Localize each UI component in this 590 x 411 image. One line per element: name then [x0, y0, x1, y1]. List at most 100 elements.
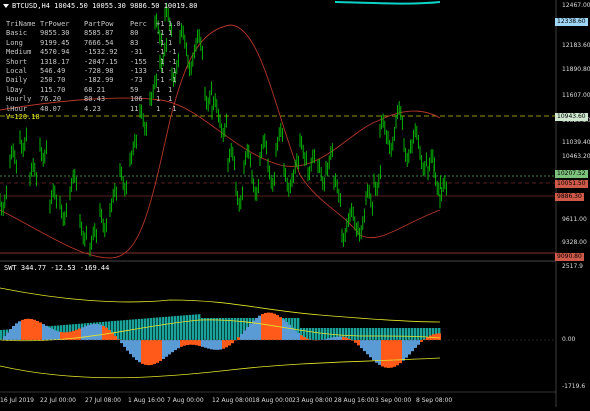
- hist-bar-signal: [270, 313, 273, 340]
- table-cell: -1: [156, 48, 168, 57]
- hist-bar-teal: [402, 328, 404, 340]
- time-axis-label: 3 Sep 00:00: [375, 397, 411, 404]
- hist-bar-signal: [285, 322, 288, 340]
- indicator-upper-yellow: [0, 288, 440, 322]
- hist-bar-signal: [264, 313, 267, 340]
- hist-bar-teal: [393, 328, 395, 340]
- hist-bar-signal: [21, 320, 24, 340]
- table-cell: 9855.30: [40, 29, 84, 38]
- hist-bar-teal: [363, 328, 365, 340]
- hist-bar-teal: [147, 318, 149, 340]
- hist-bar-teal: [0, 330, 2, 340]
- table-row: TriNameTrPowerPartPowPerc+11.0: [6, 20, 178, 29]
- table-cell: 546.49: [40, 67, 84, 76]
- table-cell: 1: [168, 39, 178, 48]
- hist-bar-teal: [177, 316, 179, 340]
- hist-bar-signal: [189, 340, 192, 345]
- hist-bar-teal: [174, 316, 176, 340]
- hist-bar-signal: [108, 330, 111, 340]
- hist-bar-signal: [45, 326, 48, 340]
- hist-bar-signal: [123, 340, 126, 347]
- hist-bar-signal: [378, 340, 381, 365]
- hist-bar-signal: [327, 338, 330, 340]
- hist-bar-teal: [366, 328, 368, 340]
- table-cell: 1: [168, 86, 178, 95]
- hist-bar-teal: [165, 317, 167, 340]
- hist-bar-signal: [3, 336, 6, 340]
- table-cell: lDay: [6, 86, 40, 95]
- indicator-label: SWT 344.77 -12.53 -169.44: [4, 264, 109, 272]
- hist-bar-teal: [390, 328, 392, 340]
- hist-bar-teal: [405, 328, 407, 340]
- table-cell: 1: [168, 95, 178, 104]
- hist-bar-signal: [288, 325, 291, 340]
- table-row: Short1318.17-2047.15-155-1-1: [6, 58, 178, 67]
- hist-bar-signal: [6, 332, 9, 340]
- table-cell: 11: [130, 105, 156, 114]
- hist-bar-signal: [300, 335, 303, 340]
- hist-bar-signal: [339, 337, 342, 340]
- hist-bar-teal: [159, 317, 161, 340]
- hist-bar-signal: [252, 321, 255, 340]
- hist-bar-signal: [210, 340, 213, 349]
- indicator-axis-label: 2517.9: [562, 263, 583, 270]
- hist-bar-signal: [420, 340, 423, 342]
- table-cell: 1: [156, 105, 168, 114]
- table-cell: -1: [168, 105, 178, 114]
- price-tag: 10051.50: [555, 180, 588, 188]
- hist-bar-teal: [354, 328, 356, 340]
- hist-bar-teal: [180, 316, 182, 340]
- hist-bar-signal: [303, 337, 306, 340]
- hist-bar-signal: [180, 340, 183, 347]
- time-axis-label: 12 Aug 08:00: [212, 397, 252, 404]
- hist-bar-signal: [204, 340, 207, 348]
- price-axis-label: 12467.00: [562, 2, 590, 9]
- price-axis-label: 11039.40: [562, 139, 590, 146]
- hist-bar-teal: [141, 319, 143, 340]
- time-axis-label: 16 Jul 2019: [0, 397, 34, 404]
- indicator-lower-yellow: [0, 358, 440, 378]
- hist-bar-signal: [438, 333, 441, 340]
- hist-bar-teal: [144, 318, 146, 340]
- hist-bar-teal: [357, 328, 359, 340]
- hist-bar-signal: [216, 340, 219, 350]
- hist-bar-teal: [372, 328, 374, 340]
- hist-bar-teal: [417, 328, 419, 340]
- hist-bar-signal: [36, 321, 39, 340]
- hist-bar-signal: [27, 319, 30, 340]
- table-row: Daily250.70-182.99-73-1-1: [6, 76, 178, 85]
- indicator-pane: [0, 288, 556, 378]
- hist-bar-teal: [189, 315, 191, 340]
- table-cell: 1.0: [168, 20, 178, 29]
- price-axis-label: 11607.00: [562, 92, 590, 99]
- hist-bar-signal: [297, 333, 300, 340]
- hist-bar-signal: [408, 340, 411, 355]
- hist-bar-signal: [243, 331, 246, 340]
- hist-bar-signal: [78, 329, 81, 340]
- hist-bar-signal: [51, 329, 54, 340]
- hist-bar-signal: [9, 329, 12, 340]
- hist-bar-signal: [141, 340, 144, 364]
- table-cell: 106: [130, 95, 156, 104]
- hist-bar-signal: [201, 340, 204, 347]
- hist-bar-signal: [249, 324, 252, 340]
- hist-bar-signal: [39, 322, 42, 340]
- hist-bar-signal: [258, 316, 261, 340]
- hist-bar-signal: [54, 330, 57, 340]
- hist-bar-signal: [330, 338, 333, 340]
- hist-bar-signal: [18, 321, 21, 340]
- hist-bar-signal: [150, 340, 153, 365]
- hist-bar-signal: [165, 340, 168, 357]
- table-row: Medium4570.94-1532.92-31-1-1: [6, 48, 178, 57]
- hist-bar-signal: [291, 328, 294, 340]
- vline-label: V=120.18: [6, 113, 40, 121]
- symbol-info: BTCUSD,H4 10045.50 10055.30 9886.50 1001…: [12, 2, 197, 10]
- table-cell: -1: [168, 48, 178, 57]
- hist-bar-teal: [321, 328, 323, 340]
- table-cell: Local: [6, 67, 40, 76]
- table-cell: -1532.92: [84, 48, 130, 57]
- time-axis-label: 18 Aug 00:00: [252, 397, 292, 404]
- time-axis-label: 22 Jul 00:00: [40, 397, 76, 404]
- table-cell: Short: [6, 58, 40, 67]
- table-cell: -1: [156, 67, 168, 76]
